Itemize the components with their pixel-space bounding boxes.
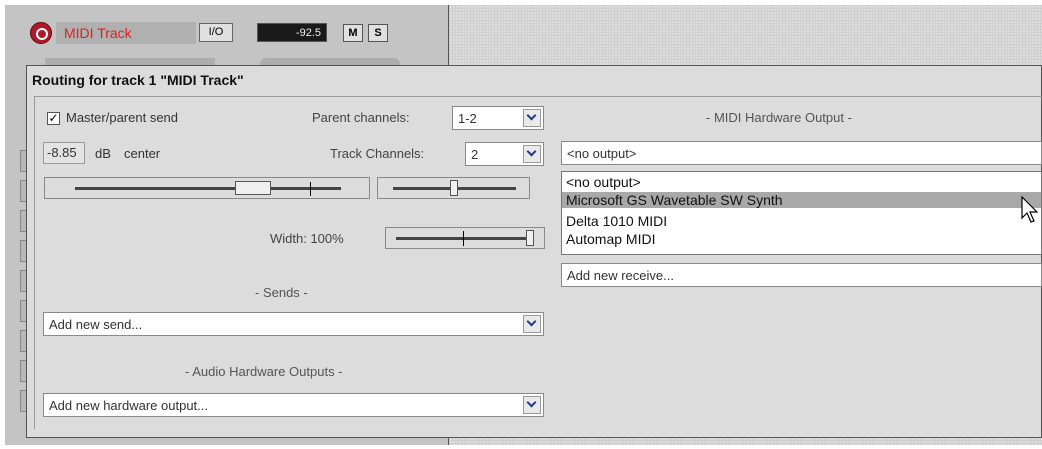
volume-input[interactable]: -8.85 (43, 142, 85, 164)
solo-button[interactable]: S (368, 24, 388, 42)
volume-slider-track (75, 187, 341, 190)
track-channels-select[interactable]: 2 (465, 142, 544, 166)
volume-slider[interactable] (44, 177, 370, 199)
chevron-down-icon[interactable] (523, 396, 541, 414)
midi-option-no-output[interactable]: <no output> (566, 174, 641, 190)
record-arm-icon[interactable] (30, 22, 52, 44)
midi-option-automap[interactable]: Automap MIDI (566, 231, 655, 247)
sends-header: - Sends - (255, 285, 308, 300)
db-label: dB (95, 146, 111, 161)
midi-option-delta-1010[interactable]: Delta 1010 MIDI (566, 213, 667, 229)
midi-output-selected: <no output> (567, 146, 637, 161)
midi-output-dropdown-list: <no output> Microsoft GS Wavetable SW Sy… (561, 171, 1042, 255)
audio-hw-outputs-header: - Audio Hardware Outputs - (185, 364, 343, 379)
add-hw-output-select[interactable]: Add new hardware output... (43, 393, 544, 417)
parent-channels-select[interactable]: 1-2 (452, 106, 544, 130)
pan-value: center (124, 146, 161, 161)
midi-output-select[interactable]: <no output> (561, 141, 1042, 165)
track-volume-display[interactable]: -92.5 (257, 23, 327, 42)
master-send-checkbox[interactable]: ✓ (47, 112, 60, 125)
track-name[interactable]: MIDI Track (56, 22, 196, 44)
master-send-label: Master/parent send (66, 110, 179, 125)
track-channels-label: Track Channels: (330, 146, 425, 161)
midi-hw-output-header: - MIDI Hardware Output - (706, 110, 852, 125)
width-slider[interactable] (385, 227, 545, 249)
width-slider-knob[interactable] (526, 230, 534, 246)
midi-option-gs-wavetable[interactable]: Microsoft GS Wavetable SW Synth (562, 192, 1041, 208)
mouse-pointer-icon (1021, 196, 1039, 223)
track-channels-value: 2 (471, 147, 479, 162)
pan-slider-knob[interactable] (450, 180, 458, 196)
dialog-title: Routing for track 1 "MIDI Track" (32, 72, 244, 88)
add-send-select[interactable]: Add new send... (43, 312, 544, 336)
width-label: Width: 100% (270, 231, 344, 246)
mute-button[interactable]: M (343, 24, 363, 42)
volume-unity-mark (310, 182, 311, 196)
add-hw-output-placeholder: Add new hardware output... (49, 398, 208, 413)
volume-slider-knob[interactable] (235, 181, 271, 195)
width-slider-track (396, 237, 534, 240)
chevron-down-icon[interactable] (523, 109, 541, 127)
chevron-down-icon[interactable] (523, 315, 541, 333)
add-send-placeholder: Add new send... (49, 317, 143, 332)
parent-channels-label: Parent channels: (312, 110, 410, 125)
width-center-mark (463, 231, 464, 246)
add-receive-select[interactable]: Add new receive... (561, 263, 1042, 287)
chevron-down-icon[interactable] (523, 145, 541, 163)
parent-channels-value: 1-2 (458, 111, 477, 126)
pan-slider[interactable] (377, 177, 530, 199)
add-receive-placeholder: Add new receive... (567, 268, 674, 283)
io-button[interactable]: I/O (199, 23, 233, 42)
